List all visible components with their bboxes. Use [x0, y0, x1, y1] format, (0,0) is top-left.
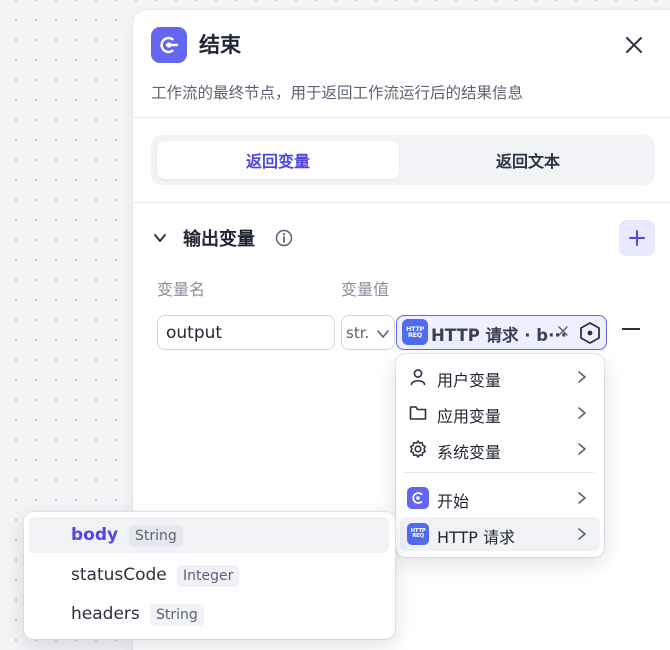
column-label-name: 变量名	[157, 280, 206, 299]
divider	[133, 117, 670, 118]
chevron-right-icon	[578, 528, 586, 540]
gear-icon	[410, 440, 426, 458]
chevron-right-icon	[578, 443, 586, 455]
close-button[interactable]	[621, 32, 647, 58]
output-section-title: 输出变量	[183, 229, 255, 250]
menu-item-system-variables[interactable]: 系统变量	[400, 432, 600, 466]
variable-value-selector[interactable]: HTTP REQ HTTP 请求 · b···	[396, 315, 607, 350]
variable-name-input[interactable]	[157, 315, 335, 350]
tab-return-variables[interactable]: 返回变量	[157, 141, 399, 179]
add-variable-button[interactable]	[619, 220, 655, 256]
panel-description: 工作流的最终节点，用于返回工作流运行后的结果信息	[151, 84, 524, 102]
http-request-icon: HTTP REQ	[402, 319, 428, 345]
output-name: statusCode	[71, 565, 167, 585]
variable-type-value: str.	[346, 323, 370, 342]
chevron-right-icon	[578, 407, 586, 419]
column-label-value: 变量值	[341, 280, 390, 299]
close-icon	[626, 37, 642, 53]
start-node-icon	[407, 487, 429, 509]
variable-source-menu: 用户变量 应用变量 系统变量 开始 HTTP REQ HTTP 请求	[396, 354, 604, 557]
menu-item-app-variables[interactable]: 应用变量	[400, 396, 600, 430]
output-option-headers[interactable]: headers String	[29, 596, 389, 632]
user-icon	[410, 369, 426, 386]
chevron-down-icon	[377, 330, 389, 338]
tab-return-text[interactable]: 返回文本	[407, 141, 649, 179]
return-mode-tabs: 返回变量 返回文本	[151, 135, 655, 185]
output-option-body[interactable]: body String	[29, 517, 389, 553]
output-name: headers	[71, 604, 140, 624]
folder-icon	[409, 406, 427, 420]
plus-icon	[629, 230, 645, 246]
output-option-statuscode[interactable]: statusCode Integer	[29, 557, 389, 593]
info-icon[interactable]	[275, 229, 293, 247]
menu-divider	[404, 472, 594, 473]
http-node-icon: HTTP REQ	[407, 523, 429, 545]
panel-title: 结束	[199, 33, 241, 57]
chevron-right-icon	[578, 492, 586, 504]
collapse-chevron-icon[interactable]	[151, 229, 169, 247]
menu-item-start-node[interactable]: 开始	[400, 481, 600, 515]
output-type-badge: String	[129, 525, 183, 547]
http-request-outputs-submenu: body String statusCode Integer headers S…	[24, 512, 395, 639]
output-type-badge: Integer	[177, 565, 240, 587]
menu-item-http-request[interactable]: HTTP REQ HTTP 请求	[400, 517, 600, 551]
remove-variable-button[interactable]	[622, 328, 640, 330]
end-node-icon	[151, 27, 187, 63]
variable-type-select[interactable]: str.	[341, 315, 395, 350]
variable-picker-icon[interactable]	[578, 321, 602, 345]
output-name: body	[71, 525, 119, 545]
chevron-right-icon	[578, 371, 586, 383]
menu-item-user-variables[interactable]: 用户变量	[400, 360, 600, 394]
clear-value-icon[interactable]	[556, 324, 570, 338]
output-type-badge: String	[150, 604, 204, 626]
divider	[133, 202, 670, 203]
variable-value-text: HTTP 请求 · b···	[431, 326, 567, 345]
